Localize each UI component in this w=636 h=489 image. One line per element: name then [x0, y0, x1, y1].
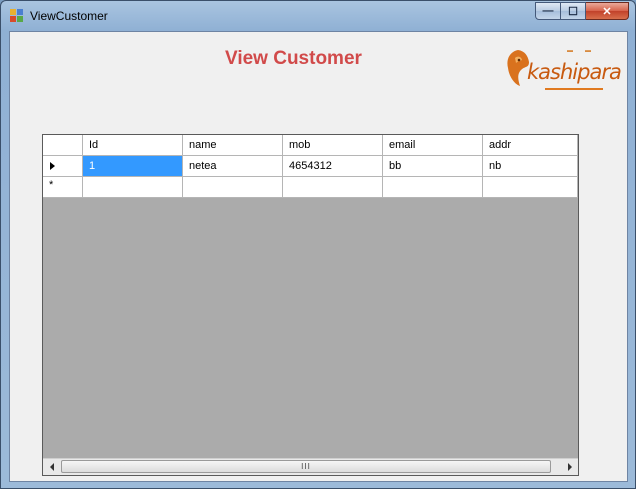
- cell-id[interactable]: 1: [83, 156, 183, 177]
- window-title: ViewCustomer: [30, 9, 108, 23]
- cell-email[interactable]: [383, 177, 483, 198]
- application-window: ViewCustomer — ☐ ✕ View Customer ▬ ▬ kas…: [0, 0, 636, 489]
- column-header-name[interactable]: name: [183, 135, 283, 156]
- title-bar[interactable]: ViewCustomer — ☐ ✕: [1, 1, 635, 31]
- logo-mark-1: ▬: [567, 48, 573, 54]
- form-client-area: View Customer ▬ ▬ kashipara Id name mob …: [9, 31, 628, 482]
- scroll-left-button[interactable]: [43, 459, 60, 475]
- column-header-mob[interactable]: mob: [283, 135, 383, 156]
- minimize-button[interactable]: —: [535, 2, 561, 20]
- cell-addr[interactable]: [483, 177, 578, 198]
- column-header-addr[interactable]: addr: [483, 135, 578, 156]
- cell-addr[interactable]: nb: [483, 156, 578, 177]
- logo-mark-2: ▬: [585, 48, 591, 54]
- close-button[interactable]: ✕: [586, 2, 629, 20]
- cell-email[interactable]: bb: [383, 156, 483, 177]
- column-header-email[interactable]: email: [383, 135, 483, 156]
- logo-text: kashipara: [527, 60, 622, 84]
- new-row-asterisk-icon: *: [49, 179, 54, 191]
- table-row[interactable]: 1 netea 4654312 bb nb: [43, 156, 578, 177]
- cell-name[interactable]: [183, 177, 283, 198]
- cell-mob[interactable]: 4654312: [283, 156, 383, 177]
- app-form-icon: [10, 9, 24, 23]
- column-header-id[interactable]: Id: [83, 135, 183, 156]
- scroll-right-icon: [567, 463, 572, 471]
- minimize-icon: —: [542, 5, 554, 17]
- kashipara-logo: ▬ ▬ kashipara: [505, 46, 622, 92]
- scroll-right-button[interactable]: [561, 459, 578, 475]
- current-row-arrow-icon: [50, 162, 55, 170]
- row-header-new[interactable]: *: [43, 177, 83, 198]
- column-header-row: Id name mob email addr: [43, 135, 578, 156]
- maximize-button[interactable]: ☐: [561, 2, 586, 20]
- close-icon: ✕: [602, 5, 612, 18]
- horizontal-scrollbar[interactable]: III: [43, 458, 578, 475]
- scroll-grip-icon: III: [301, 462, 311, 471]
- caption-buttons: — ☐ ✕: [535, 2, 629, 21]
- cell-name[interactable]: netea: [183, 156, 283, 177]
- logo-underline: [545, 88, 603, 90]
- scroll-thumb[interactable]: III: [61, 460, 551, 473]
- cell-id[interactable]: [83, 177, 183, 198]
- customer-data-grid[interactable]: Id name mob email addr 1 netea 4654312 b…: [42, 134, 579, 476]
- corner-header-cell[interactable]: [43, 135, 83, 156]
- new-row[interactable]: *: [43, 177, 578, 198]
- page-title: View Customer: [225, 48, 362, 69]
- scroll-left-icon: [49, 463, 54, 471]
- maximize-icon: ☐: [568, 5, 578, 18]
- cell-mob[interactable]: [283, 177, 383, 198]
- row-header-current[interactable]: [43, 156, 83, 177]
